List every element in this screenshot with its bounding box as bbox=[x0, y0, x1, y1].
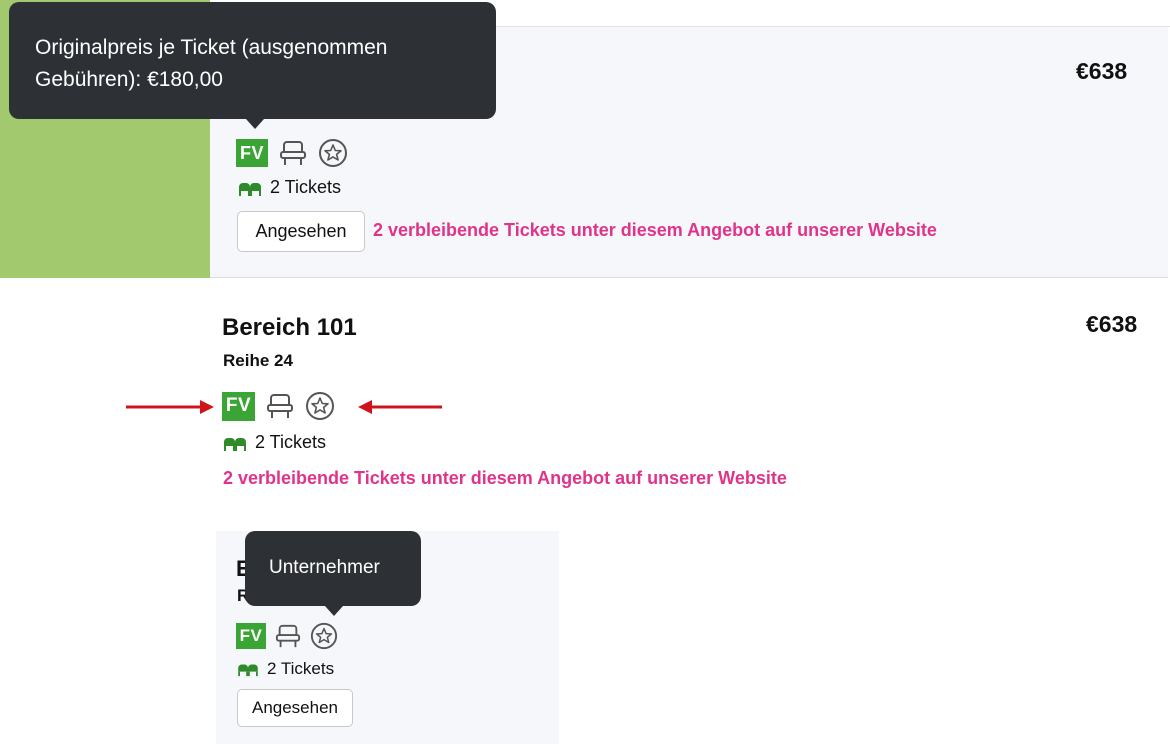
listing-2-feature-icons: FV bbox=[222, 391, 335, 421]
ticket-seats-icon bbox=[224, 437, 246, 451]
listing-1-price: €638 bbox=[1076, 58, 1128, 84]
tickets-count: 2 Tickets bbox=[270, 177, 342, 197]
original-price-tooltip: Originalpreis je Ticket (ausgenommen Geb… bbox=[9, 2, 496, 129]
listing-1-tickets: 2 Tickets bbox=[238, 177, 341, 198]
arrow-left-icon bbox=[358, 400, 442, 414]
seat-icon bbox=[275, 624, 301, 648]
remaining-tickets-text: 2 verbleibende Tickets unter diesem Ange… bbox=[223, 468, 787, 488]
tickets-count: 2 Tickets bbox=[267, 659, 335, 678]
listing-2-row: Reihe 24 bbox=[223, 351, 293, 370]
listing-3-feature-icons: FV bbox=[236, 622, 338, 650]
seen-button[interactable]: Angesehen bbox=[237, 689, 353, 727]
fv-badge: FV bbox=[222, 391, 255, 421]
star-circle-icon[interactable] bbox=[310, 622, 338, 650]
arrow-right-icon bbox=[126, 400, 214, 414]
seen-button[interactable]: Angesehen bbox=[237, 211, 365, 252]
listing-2-section: Bereich 101 bbox=[222, 314, 357, 341]
ticket-seats-icon bbox=[238, 664, 258, 677]
tickets-count: 2 Tickets bbox=[255, 432, 327, 452]
fv-badge: FV bbox=[236, 139, 268, 167]
tooltip-text: Unternehmer bbox=[269, 557, 380, 578]
tooltip-arrow bbox=[325, 606, 343, 616]
ticket-seats-icon bbox=[239, 182, 261, 196]
star-circle-icon[interactable] bbox=[305, 391, 335, 421]
tooltip-text: Originalpreis je Ticket (ausgenommen Geb… bbox=[35, 36, 388, 91]
remaining-tickets-text: 2 verbleibende Tickets unter diesem Ange… bbox=[373, 220, 937, 240]
listing-1-feature-icons: FV bbox=[236, 138, 348, 168]
seat-icon bbox=[280, 141, 306, 165]
unternehmer-tooltip: Unternehmer bbox=[245, 531, 421, 616]
listing-2-price: €638 bbox=[1086, 311, 1138, 337]
seat-icon bbox=[267, 394, 293, 418]
listing-2-tickets: 2 Tickets bbox=[223, 432, 326, 453]
fv-badge: FV bbox=[236, 623, 266, 649]
tooltip-arrow bbox=[246, 119, 264, 129]
listing-3-tickets: 2 Tickets bbox=[237, 659, 334, 679]
star-circle-icon[interactable] bbox=[318, 138, 348, 168]
